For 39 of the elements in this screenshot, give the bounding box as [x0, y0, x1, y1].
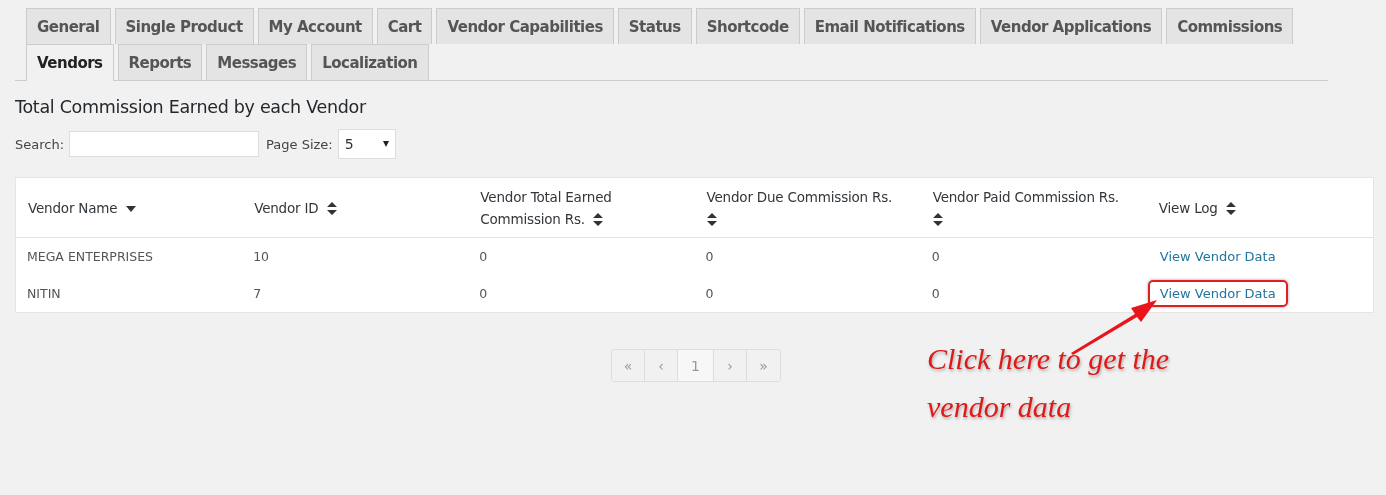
settings-tab[interactable]: Vendor Applications	[979, 8, 1163, 44]
search-label: Search:	[15, 136, 65, 152]
table-cell: 0	[705, 286, 714, 301]
column-header[interactable]: Vendor Total Earned Commission Rs.	[468, 185, 695, 230]
settings-tab[interactable]: Email Notifications	[803, 8, 976, 44]
table-cell: 0	[479, 249, 488, 264]
table-cell: 10	[253, 249, 270, 264]
settings-tab[interactable]: Messages	[206, 44, 308, 80]
table-cell: 0	[705, 249, 714, 264]
annotation-text: Click here to get the vendor data	[927, 341, 1171, 425]
settings-tab[interactable]: Vendor Capabilities	[436, 8, 614, 44]
view-vendor-data-link[interactable]: View Vendor Data	[1147, 280, 1288, 307]
settings-tab[interactable]: Commissions	[1166, 8, 1294, 44]
table-cell: 0	[931, 286, 940, 301]
settings-tab[interactable]: General	[26, 8, 111, 44]
page-size-label: Page Size:	[266, 136, 333, 152]
table-cell: 0	[479, 286, 488, 301]
column-header[interactable]: View Log	[1146, 196, 1373, 219]
column-header[interactable]: Vendor ID	[242, 196, 469, 219]
search-field[interactable]	[69, 131, 260, 157]
column-header[interactable]: Vendor Due Commission Rs.	[694, 185, 921, 230]
settings-tab[interactable]: Single Product	[114, 8, 254, 44]
column-header[interactable]: Vendor Name	[16, 196, 243, 219]
page-size-select[interactable]: 5	[337, 129, 396, 159]
settings-tab[interactable]: Localization	[311, 44, 429, 80]
settings-tab[interactable]: Vendors	[26, 44, 114, 81]
column-header[interactable]: Vendor Paid Commission Rs.	[920, 185, 1147, 230]
section-heading: Total Commission Earned by each Vendor	[15, 97, 368, 117]
table-cell: NITIN	[27, 286, 61, 301]
caret-icon	[382, 141, 389, 147]
settings-tab[interactable]: Status	[617, 8, 692, 44]
settings-tab[interactable]: Reports	[117, 44, 203, 80]
settings-tab[interactable]: My Account	[257, 8, 373, 44]
settings-tab[interactable]: Cart	[376, 8, 433, 44]
table-cell: 0	[931, 249, 940, 264]
table-cell: 7	[253, 286, 262, 301]
view-vendor-data-link[interactable]: View Vendor Data	[1147, 243, 1288, 270]
settings-tab[interactable]: Shortcode	[695, 8, 800, 44]
table-cell: MEGA ENTERPRISES	[27, 249, 154, 264]
